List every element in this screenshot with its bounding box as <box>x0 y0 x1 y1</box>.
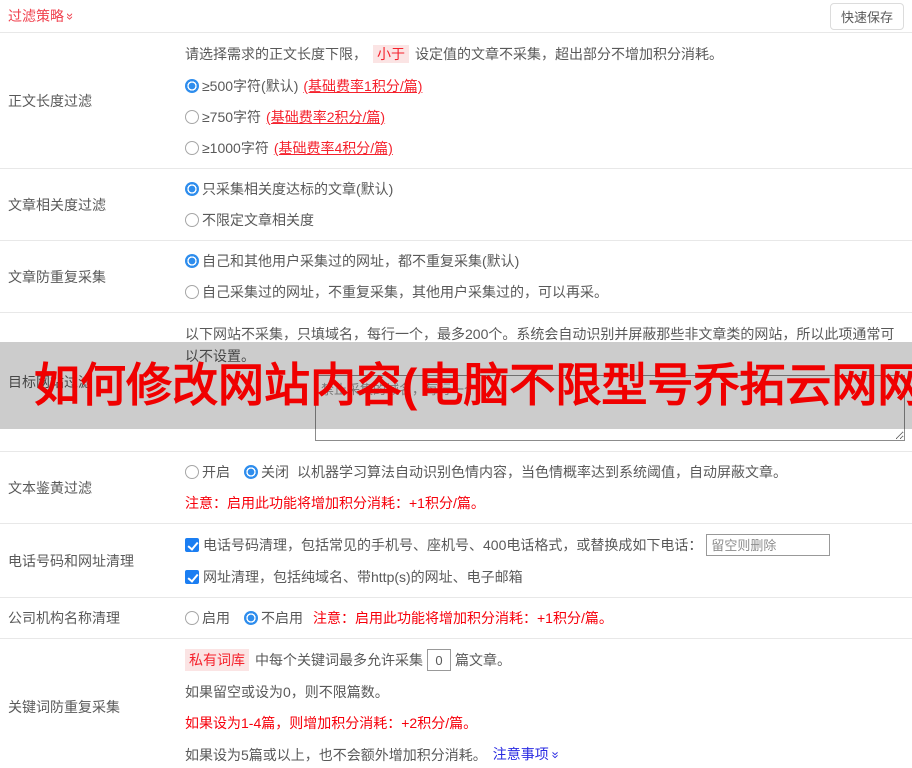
fee-note: (基础费率1积分/篇) <box>303 78 423 94</box>
row-target-site-filter: 目标网站过滤 以下网站不采集，只填域名，每行一个，最多200个。系统会自动识别并… <box>0 313 912 452</box>
watermark-text: 如何修改网站内容(电脑不限型号乔拓云网网 <box>34 359 912 411</box>
radio-option-dedup-all-users[interactable]: 自己和其他用户采集过的网址，都不重复采集(默认) <box>185 251 904 271</box>
keyword-dedup-note-3: 如果设为5篇或以上，也不会额外增加积分消耗。 <box>185 746 487 763</box>
filter-settings-page: 过滤策略 » 快速保存 正文长度过滤 请选择需求的正文长度下限， 小于 设定值的文章… <box>0 0 912 768</box>
fee-note: (基础费率4积分/篇) <box>273 140 393 156</box>
radio-icon <box>185 213 199 227</box>
less-than-highlight: 小于 <box>373 45 409 63</box>
row-label-phone-url-clean: 电话号码和网址清理 <box>8 552 134 569</box>
topbar: 过滤策略 » 快速保存 <box>0 0 912 33</box>
radio-option-company-off[interactable]: 不启用 <box>244 608 303 628</box>
radio-icon <box>185 141 199 155</box>
row-company-clean: 公司机构名称清理 启用 不启用 注意：启用此功能将增加积分消耗：+1积分/篇。 <box>0 598 912 639</box>
radio-icon <box>185 79 199 93</box>
radio-option-porn-on[interactable]: 开启 <box>185 462 230 482</box>
radio-icon <box>185 254 199 268</box>
radio-option-1000-chars[interactable]: ≥1000字符 (基础费率4积分/篇) <box>185 138 904 158</box>
radio-icon <box>185 182 199 196</box>
radio-icon <box>185 611 199 625</box>
row-label-company-clean: 公司机构名称清理 <box>8 610 120 626</box>
row-label-article-dedup: 文章防重复采集 <box>8 268 106 285</box>
row-porn-filter: 文本鉴黄过滤 开启 关闭 以机器学习算法自动识别色情内容，当色情概率达到系统阈值… <box>0 452 912 524</box>
fee-note: (基础费率2积分/篇) <box>266 109 386 125</box>
row-keyword-dedup: 关键词防重复采集 私有词库 中每个关键词最多允许采集 篇文章。 如果留空或设为0… <box>0 639 912 768</box>
row-label-porn-filter: 文本鉴黄过滤 <box>8 479 92 496</box>
row-article-dedup: 文章防重复采集 自己和其他用户采集过的网址，都不重复采集(默认) 自己采集过的网… <box>0 241 912 313</box>
row-label-keyword-dedup: 关键词防重复采集 <box>8 699 120 715</box>
company-clean-note: 注意：启用此功能将增加积分消耗：+1积分/篇。 <box>313 610 613 626</box>
radio-option-500-chars[interactable]: ≥500字符(默认) (基础费率1积分/篇) <box>185 76 904 96</box>
notes-link[interactable]: 注意事项» <box>493 744 564 765</box>
quick-save-button[interactable]: 快速保存 <box>829 2 904 30</box>
radio-option-company-on[interactable]: 启用 <box>185 608 230 628</box>
porn-filter-note: 注意：启用此功能将增加积分消耗：+1积分/篇。 <box>185 495 485 511</box>
checkbox-checked-icon <box>185 538 199 552</box>
private-lexicon-highlight: 私有词库 <box>185 649 249 671</box>
double-chevron-down-icon: » <box>63 12 79 20</box>
replacement-phone-input[interactable] <box>706 534 831 556</box>
checkbox-checked-icon <box>185 570 199 584</box>
radio-option-dedup-self-only[interactable]: 自己采集过的网址，不重复采集，其他用户采集过的，可以再采。 <box>185 282 904 302</box>
double-chevron-down-icon: » <box>548 751 564 759</box>
radio-icon <box>244 611 258 625</box>
checkbox-option-phone-clean[interactable]: 电话号码清理，包括常见的手机号、座机号、400电话格式，或替换成如下电话： <box>185 535 702 555</box>
porn-filter-desc: 以机器学习算法自动识别色情内容，当色情概率达到系统阈值，自动屏蔽文章。 <box>297 464 787 480</box>
row-phone-url-clean: 电话号码和网址清理 电话号码清理，包括常见的手机号、座机号、400电话格式，或替… <box>0 524 912 598</box>
row-label-content-length: 正文长度过滤 <box>8 92 92 109</box>
radio-option-porn-off[interactable]: 关闭 <box>244 462 289 482</box>
radio-option-relevance-only[interactable]: 只采集相关度达标的文章(默认) <box>185 179 904 199</box>
page-title[interactable]: 过滤策略 <box>8 6 64 26</box>
radio-icon <box>185 110 199 124</box>
keyword-dedup-note-1: 如果留空或设为0，则不限篇数。 <box>185 684 389 700</box>
max-articles-input[interactable] <box>427 649 451 671</box>
keyword-dedup-note-2: 如果设为1-4篇，则增加积分消耗：+2积分/篇。 <box>185 715 478 731</box>
watermark-overlay: 如何修改网站内容(电脑不限型号乔拓云网网 <box>0 342 912 429</box>
radio-option-relevance-any[interactable]: 不限定文章相关度 <box>185 210 904 230</box>
checkbox-option-url-clean[interactable]: 网址清理，包括纯域名、带http(s)的网址、电子邮箱 <box>185 567 523 587</box>
row-label-relevance: 文章相关度过滤 <box>8 196 106 213</box>
row-relevance-filter: 文章相关度过滤 只采集相关度达标的文章(默认) 不限定文章相关度 <box>0 169 912 241</box>
radio-icon <box>185 285 199 299</box>
radio-option-750-chars[interactable]: ≥750字符 (基础费率2积分/篇) <box>185 107 904 127</box>
radio-icon <box>244 465 258 479</box>
row-content-length-filter: 正文长度过滤 请选择需求的正文长度下限， 小于 设定值的文章不采集，超出部分不增加积… <box>0 33 912 169</box>
content-length-desc: 请选择需求的正文长度下限， 小于 设定值的文章不采集，超出部分不增加积分消耗。 <box>185 45 723 63</box>
radio-icon <box>185 465 199 479</box>
